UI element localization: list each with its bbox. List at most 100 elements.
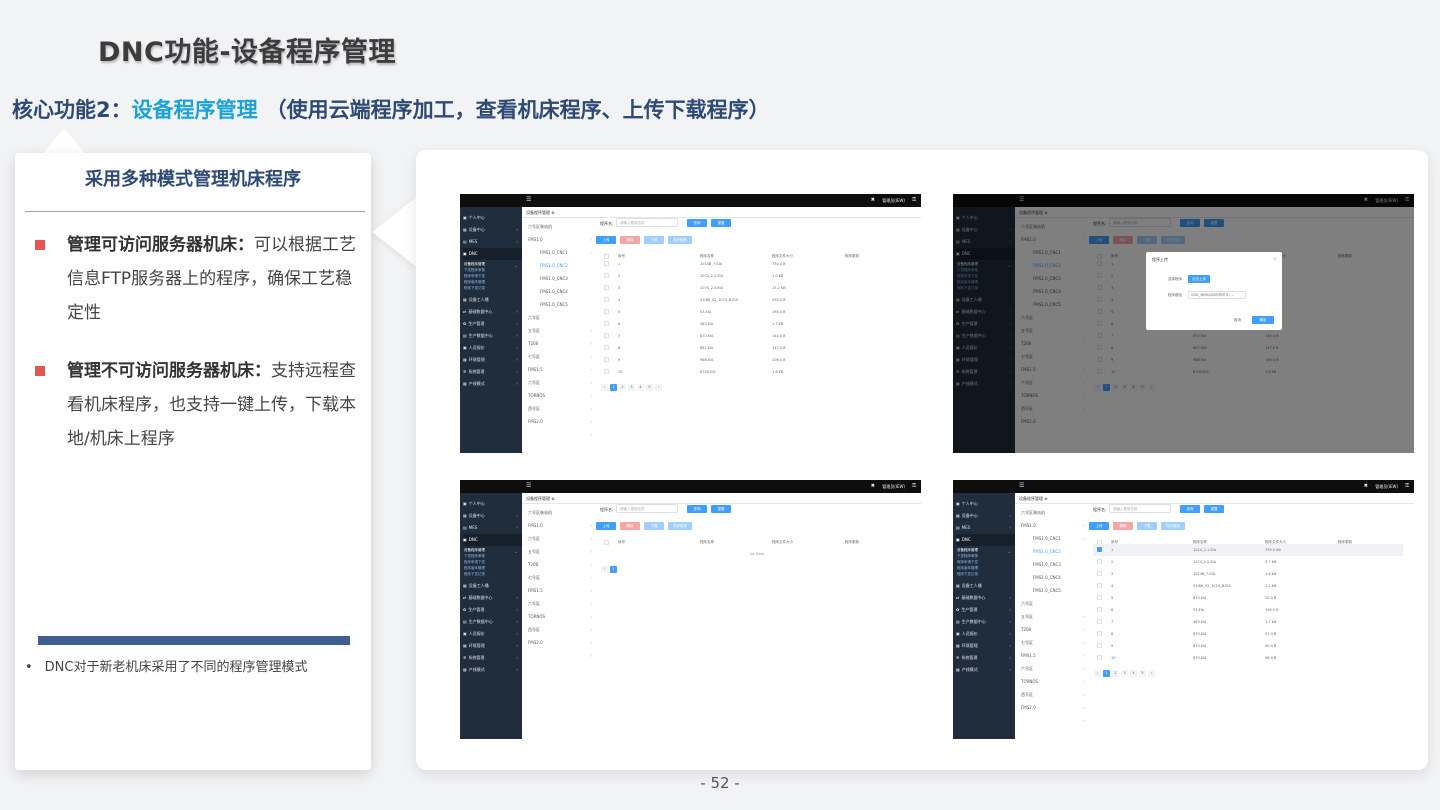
row-checkbox[interactable] [1097,631,1102,636]
tree-child-node[interactable]: FMS1.0_CNC4 [540,285,594,298]
cancel-button[interactable]: 取消 [1234,318,1241,323]
reset-button[interactable]: 重置 [711,505,731,513]
download-button[interactable]: 下载 [644,236,664,244]
key-icon[interactable]: ⚿ [912,197,916,203]
row-checkbox[interactable] [1097,547,1102,552]
pagination-button[interactable]: 4 [637,384,644,391]
sidebar-item[interactable]: ▦设备中心‹ [956,510,1015,530]
pagination-button[interactable]: 5 [646,384,653,391]
reset-button[interactable]: 重置 [711,219,731,227]
sync-button[interactable]: 同步程序 [668,236,692,244]
row-checkbox[interactable] [604,369,609,374]
tree-node[interactable]: T208‹ [528,337,594,359]
tree-node[interactable]: 六号区‹ [528,532,594,554]
tree-node[interactable]: 五号区‹ [528,545,594,567]
tree-node[interactable]: TORNOS‹ [528,389,594,411]
tree-node[interactable]: 七号区‹ [1021,636,1087,658]
pagination-button[interactable]: ‹ [601,566,608,573]
table-cell-name[interactable]: 8700.EIA [700,366,716,378]
tree-node[interactable]: FMS2.0 ‹ [528,415,594,437]
table-cell-name[interactable]: 870.EIA [1193,640,1206,652]
tree-child-node[interactable]: FMS1.0_CNC2 [540,259,594,272]
tree-node[interactable]: 六号区装站机‹ [528,220,594,242]
table-cell-name[interactable]: 1074_2.2.EIA [1193,556,1216,568]
sync-button[interactable]: 同步程序 [1161,522,1185,530]
tree-child-node[interactable]: FMS1.0_CNC5 [1033,584,1087,597]
row-checkbox[interactable] [604,309,609,314]
user-name[interactable]: 管理员(IEW) [882,198,905,204]
row-checkbox[interactable] [1097,559,1102,564]
pagination-button[interactable]: › [655,384,662,391]
tab-program-management[interactable]: 设备程序管理 ⊗ [526,496,555,502]
search-input[interactable]: 请输入程序名称 [616,504,678,513]
sidebar-item[interactable]: ✲系统管理‹ [956,652,1015,672]
tree-node[interactable]: 西号区‹ [528,402,594,424]
row-checkbox[interactable] [604,345,609,350]
pagination-button[interactable]: 3 [1121,670,1128,677]
sidebar-item[interactable]: ▣人员报价‹ [463,342,522,362]
sidebar-item[interactable]: ▣DNC⌄ [956,534,1015,554]
sidebar-item[interactable]: ✲系统管理‹ [463,366,522,386]
download-button[interactable]: 下载 [1137,522,1157,530]
row-checkbox[interactable] [1097,571,1102,576]
tree-node[interactable]: 西号区‹ [1021,688,1087,710]
tree-node[interactable]: 六号区‹ [1021,597,1087,619]
delete-button[interactable]: 删除 [1113,522,1133,530]
pagination-button[interactable]: › [1148,670,1155,677]
pagination-button[interactable]: 1 [610,566,617,573]
tree-child-node[interactable]: FMS1.0_CNC3 [1033,558,1087,571]
sidebar-subitem[interactable]: 程序下发记录 [464,571,520,577]
table-cell-name[interactable]: 53.EIA [700,306,711,318]
delete-button[interactable]: 删除 [620,522,640,530]
pagination-button[interactable]: 3 [628,384,635,391]
tree-node[interactable]: FMS1.0‹ [528,233,594,255]
menu-icon[interactable]: ☰ [526,483,531,489]
path-select[interactable]: /CNC_MEM/USER/PATH1/ ⌄ [1188,291,1246,299]
tree-node[interactable]: 六号区装站机‹ [528,506,594,528]
pagination-button[interactable]: 5 [1139,670,1146,677]
table-cell-name[interactable]: 870.EIA [1193,592,1206,604]
tree-node[interactable]: FMS2.0 ‹ [1021,701,1087,723]
tree-child-node[interactable]: FMS1.0_CNC3 [540,272,594,285]
key-icon[interactable]: ⚿ [1405,483,1409,489]
tree-node[interactable]: FMS1.5‹ [1021,649,1087,671]
search-input[interactable]: 请输入程序名称 [1109,504,1171,513]
table-cell-name[interactable]: 870.EIA [1193,628,1206,640]
row-checkbox[interactable] [1097,643,1102,648]
pagination-button[interactable]: ‹ [1094,670,1101,677]
close-icon[interactable]: ✖ [1364,483,1368,489]
tree-node[interactable]: 六号区装站机‹ [1021,506,1087,528]
row-checkbox[interactable] [1097,655,1102,660]
table-cell-name[interactable]: 1014B_7.EIA [1193,568,1215,580]
search-input[interactable]: 请输入程序名称 [616,218,678,227]
close-icon[interactable]: ✖ [871,197,875,203]
user-name[interactable]: 管理员(IEW) [1375,484,1398,490]
row-checkbox[interactable] [604,321,609,326]
sidebar-item[interactable]: ▣个人中心‹ [463,498,522,518]
row-checkbox[interactable] [604,357,609,362]
row-checkbox[interactable] [1097,607,1102,612]
search-button[interactable]: 查询 [687,219,707,227]
tree-child-node[interactable]: FMS1.0_CNC1 [1033,532,1087,545]
tree-node[interactable]: 六号区‹ [528,597,594,619]
sidebar-item[interactable]: ▦设备工人播‹ [463,294,522,314]
sidebar-item[interactable]: ▦设备工人播‹ [956,580,1015,600]
row-checkbox[interactable] [604,273,609,278]
sidebar-item[interactable]: ✿生产管理‹ [463,318,522,338]
tree-node[interactable]: FMS1.0‹ [528,519,594,541]
tree-node[interactable]: 七号区‹ [528,350,594,372]
sidebar-item[interactable]: ▦设备工人播‹ [463,580,522,600]
sidebar-item[interactable]: ⇄基础数据中心‹ [463,592,522,612]
sidebar-item[interactable]: ▦产线模式 [956,664,1015,676]
delete-button[interactable]: 删除 [620,236,640,244]
sidebar-item[interactable]: ⇄基础数据中心‹ [956,592,1015,612]
row-checkbox[interactable] [604,297,609,302]
row-checkbox[interactable] [1097,583,1102,588]
tab-program-management[interactable]: 设备程序管理 ⊗ [526,210,555,216]
sidebar-item[interactable]: ✲系统管理‹ [463,652,522,672]
tab-program-management[interactable]: 设备程序管理 ⊗ [1019,496,1048,502]
sidebar-item[interactable]: ✿生产管理‹ [956,604,1015,624]
sidebar-item[interactable]: ▤生产数据中心‹ [463,616,522,636]
table-cell-name[interactable]: 463.EIA [1193,616,1206,628]
sidebar-item[interactable]: ▤MES‹ [463,236,522,256]
